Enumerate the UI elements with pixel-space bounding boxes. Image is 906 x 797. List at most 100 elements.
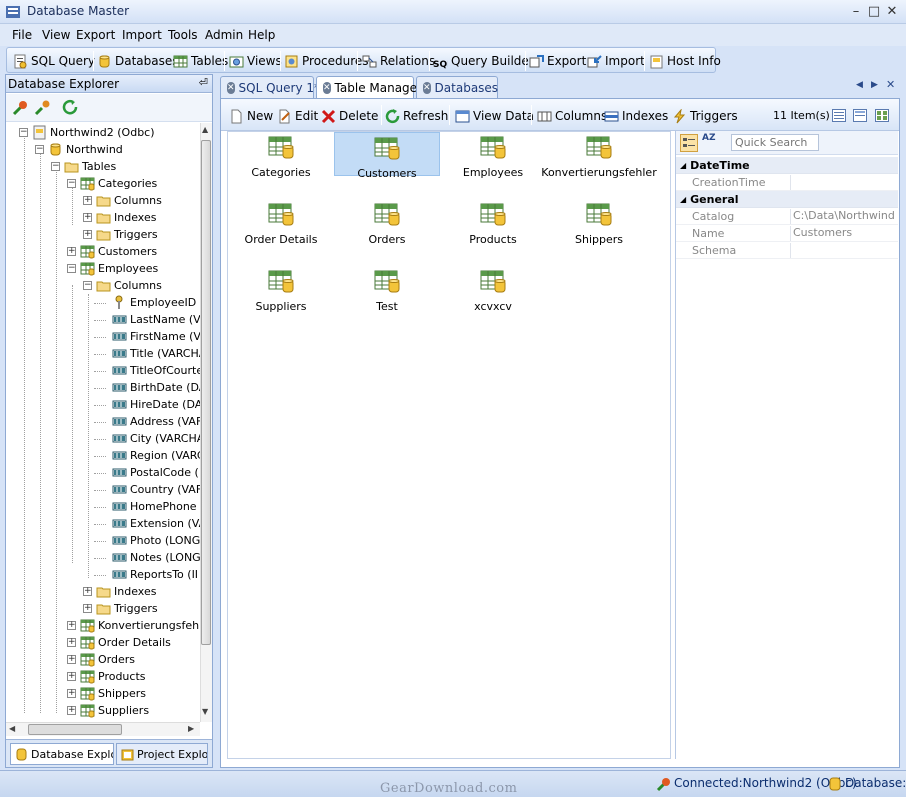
expand-icon[interactable]: + [83, 196, 92, 205]
expand-icon[interactable]: + [83, 587, 92, 596]
tab-sql-query[interactable]: ✕ SQL Query 1* [220, 76, 320, 98]
collapse-icon[interactable]: − [35, 145, 44, 154]
expand-icon[interactable]: + [67, 672, 76, 681]
expand-icon[interactable]: + [67, 706, 76, 715]
table-tile[interactable]: Categories [228, 132, 334, 179]
tree-node[interactable]: Employees [80, 260, 158, 277]
tree-node[interactable]: Columns [96, 277, 162, 294]
tree-node[interactable]: Notes (LONG [112, 549, 200, 566]
tree-node[interactable]: HomePhone ( [112, 498, 200, 515]
view-data-button[interactable]: View Data [455, 107, 534, 125]
tree-node[interactable]: Customers [80, 243, 157, 260]
sort-alphabetical-button[interactable]: AZ [702, 134, 722, 152]
menu-export[interactable]: Export [76, 28, 115, 42]
tab-table-manager[interactable]: ✕ Table Manager [316, 76, 422, 99]
scroll-up-icon[interactable]: ▲ [202, 125, 208, 134]
close-tab-icon[interactable]: ✕ [423, 81, 431, 94]
tree-node[interactable]: Country (VAF [112, 481, 200, 498]
collapse-icon[interactable]: ◢ [680, 161, 686, 170]
categorized-icon[interactable] [680, 134, 698, 152]
tree-node[interactable]: Indexes [96, 209, 156, 226]
triggers-button[interactable]: Triggers [672, 107, 738, 125]
expand-icon[interactable]: + [67, 621, 76, 630]
details-view-icon[interactable] [875, 109, 889, 122]
quick-search-input[interactable] [731, 134, 819, 151]
collapse-icon[interactable]: − [67, 264, 76, 273]
expand-icon[interactable]: + [67, 638, 76, 647]
tree-node[interactable]: Konvertierungsfehler [80, 617, 200, 634]
tabs-scroll-right-icon[interactable]: ▶ [871, 80, 878, 90]
tree-node[interactable]: Triggers [96, 600, 158, 617]
disconnect-icon[interactable] [34, 99, 51, 116]
new-button[interactable]: New [229, 107, 273, 125]
tree-node[interactable]: LastName (VA [112, 311, 200, 328]
views-button[interactable]: Views [229, 52, 282, 70]
menu-view[interactable]: View [42, 28, 70, 42]
tree-node[interactable]: Shippers [80, 685, 146, 702]
close-tab-icon[interactable]: ✕ [227, 81, 235, 94]
tab-databases[interactable]: ✕ Databases [416, 76, 498, 98]
list-view-icon[interactable] [853, 109, 867, 122]
menu-file[interactable]: File [12, 28, 32, 42]
connect-icon[interactable] [12, 99, 29, 116]
tree-scroll-thumb[interactable] [201, 140, 211, 645]
collapse-icon[interactable]: − [51, 162, 60, 171]
edit-button[interactable]: Edit [277, 107, 318, 125]
tree-hscroll-thumb[interactable] [28, 724, 122, 735]
tree-node[interactable]: Northwind2 (Odbc) [32, 124, 155, 141]
tree-node[interactable]: Tables [64, 158, 116, 175]
tabs-close-icon[interactable]: ✕ [886, 78, 895, 91]
tree-node[interactable]: EmployeeID ( [112, 294, 200, 311]
tree-node[interactable]: HireDate (DA [112, 396, 200, 413]
large-icons-view-icon[interactable] [832, 109, 846, 122]
tree-node[interactable]: Indexes [96, 583, 156, 600]
refresh-button[interactable]: Refresh [385, 107, 448, 125]
table-tile[interactable]: Products [440, 199, 546, 246]
table-tile[interactable]: Shippers [546, 199, 652, 246]
scroll-left-icon[interactable]: ◀ [9, 724, 15, 733]
tree-node[interactable]: Extension (VA [112, 515, 200, 532]
expand-icon[interactable]: + [67, 689, 76, 698]
tree-node[interactable]: Orders [80, 651, 135, 668]
tree-node[interactable]: Photo (LONG [112, 532, 200, 549]
table-tile[interactable]: Order Details [228, 199, 334, 246]
tabs-scroll-left-icon[interactable]: ◀ [856, 80, 863, 90]
databases-button[interactable]: Databases [97, 52, 179, 70]
expand-icon[interactable]: + [67, 655, 76, 664]
table-tile[interactable]: Konvertierungsfehler [541, 132, 657, 179]
menu-import[interactable]: Import [122, 28, 162, 42]
query-builder-button[interactable]: SQL Query Builder [433, 52, 534, 70]
delete-button[interactable]: Delete [321, 107, 378, 125]
maximize-button[interactable]: □ [866, 4, 882, 20]
tree-node[interactable]: Suppliers [80, 702, 149, 719]
tree-node[interactable]: FirstName (VA [112, 328, 200, 345]
export-button[interactable]: Export [529, 52, 586, 70]
property-row[interactable]: Catalog C:\Data\Northwind [676, 208, 898, 225]
table-tile[interactable]: Test [334, 266, 440, 313]
tree-node[interactable]: Triggers [96, 226, 158, 243]
property-row[interactable]: CreationTime [676, 174, 898, 191]
indexes-button[interactable]: Indexes [604, 107, 668, 125]
import-button[interactable]: Import [587, 52, 645, 70]
table-tile[interactable]: Orders [334, 199, 440, 246]
table-tile[interactable]: Suppliers [228, 266, 334, 313]
property-category[interactable]: ◢ General [676, 191, 898, 208]
collapse-icon[interactable]: − [83, 281, 92, 290]
sql-query-button[interactable]: SQL Query [13, 52, 95, 70]
table-tile[interactable]: xcvxcv [440, 266, 546, 313]
tab-project-explorer[interactable]: Project Explo... [116, 743, 208, 765]
tree-node[interactable]: Products [80, 668, 146, 685]
menu-tools[interactable]: Tools [168, 28, 198, 42]
tab-database-explorer[interactable]: Database Explo... [10, 743, 114, 765]
property-row[interactable]: Schema [676, 242, 898, 259]
expand-icon[interactable]: + [67, 247, 76, 256]
tree-node[interactable]: Categories [80, 175, 157, 192]
tree-node[interactable]: Order Details [80, 634, 171, 651]
expand-icon[interactable]: + [83, 213, 92, 222]
property-row[interactable]: Name Customers [676, 225, 898, 242]
tree-node[interactable]: PostalCode ( [112, 464, 199, 481]
host-info-button[interactable]: Host Info [649, 52, 721, 70]
table-tile[interactable]: Customers [334, 132, 440, 180]
menu-admin[interactable]: Admin [205, 28, 243, 42]
expand-icon[interactable]: + [83, 604, 92, 613]
